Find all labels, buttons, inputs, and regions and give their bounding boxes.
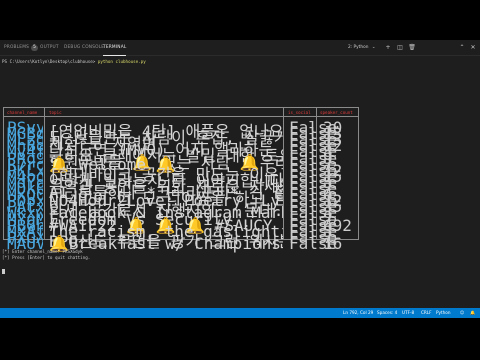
encoding[interactable]: UTF-8: [402, 308, 414, 318]
line-ending[interactable]: CRLF: [421, 308, 432, 318]
terminal-cursor: [2, 261, 5, 280]
header-speaker-count: speaker_count: [320, 110, 353, 115]
topic-cell: 🔔Breakfast w/ Champions 🔔The Millionaire…: [49, 233, 283, 253]
indentation[interactable]: Spaces: 4: [377, 308, 397, 318]
terminal-line: [*] Enter channel_name: PKSXGdyk: [2, 249, 83, 254]
panel-tab-bar: PROBLEMS 5 OUTPUT DEBUG CONSOLE TERMINAL …: [0, 40, 480, 56]
cursor-position[interactable]: Ln 792, Col 29: [343, 308, 373, 318]
plus-icon[interactable]: +: [384, 44, 392, 52]
header-is-social: is_social: [288, 110, 311, 115]
chevron-down-icon: ⌄: [371, 45, 376, 50]
table-row: MAUVR4MQ🔔Breakfast w/ Champions 🔔The Mil…: [3, 234, 361, 253]
prompt-line: PS C:\Users\Kotlyn\Desktop\clubhouse> py…: [2, 59, 146, 65]
prompt-command: python clubhouse.py: [97, 59, 146, 64]
header-topic: topic: [49, 110, 62, 115]
terminal-select[interactable]: 2: Python ⌄: [348, 44, 378, 52]
close-icon[interactable]: ✕: [469, 44, 477, 52]
terminal-line: [*] Press [Enter] to quit chatting.: [2, 255, 91, 260]
vscode-panel: PROBLEMS 5 OUTPUT DEBUG CONSOLE TERMINAL …: [0, 40, 480, 318]
table-header-divider: [3, 116, 359, 117]
tab-terminal[interactable]: TERMINAL: [103, 40, 127, 56]
chevron-up-icon[interactable]: ⌃: [458, 44, 466, 52]
speaker-count-cell: 16: [323, 233, 343, 253]
language-mode[interactable]: Python: [436, 308, 451, 318]
header-channel-name: channel_name: [7, 110, 38, 115]
split-icon[interactable]: ◫: [396, 44, 404, 52]
bell-icon[interactable]: 🔔: [470, 308, 475, 318]
problems-count-badge: 5: [31, 45, 38, 51]
trash-icon[interactable]: 🗑: [408, 44, 416, 52]
prompt-path: PS C:\Users\Kotlyn\Desktop\clubhouse>: [2, 59, 96, 64]
tab-output[interactable]: OUTPUT: [40, 40, 59, 56]
tab-problems[interactable]: PROBLEMS 5: [4, 40, 38, 56]
tab-debug-console[interactable]: DEBUG CONSOLE: [64, 40, 104, 56]
status-bar: Ln 792, Col 29 Spaces: 4 UTF-8 CRLF Pyth…: [0, 308, 480, 318]
feedback-icon[interactable]: ☺: [460, 308, 464, 318]
